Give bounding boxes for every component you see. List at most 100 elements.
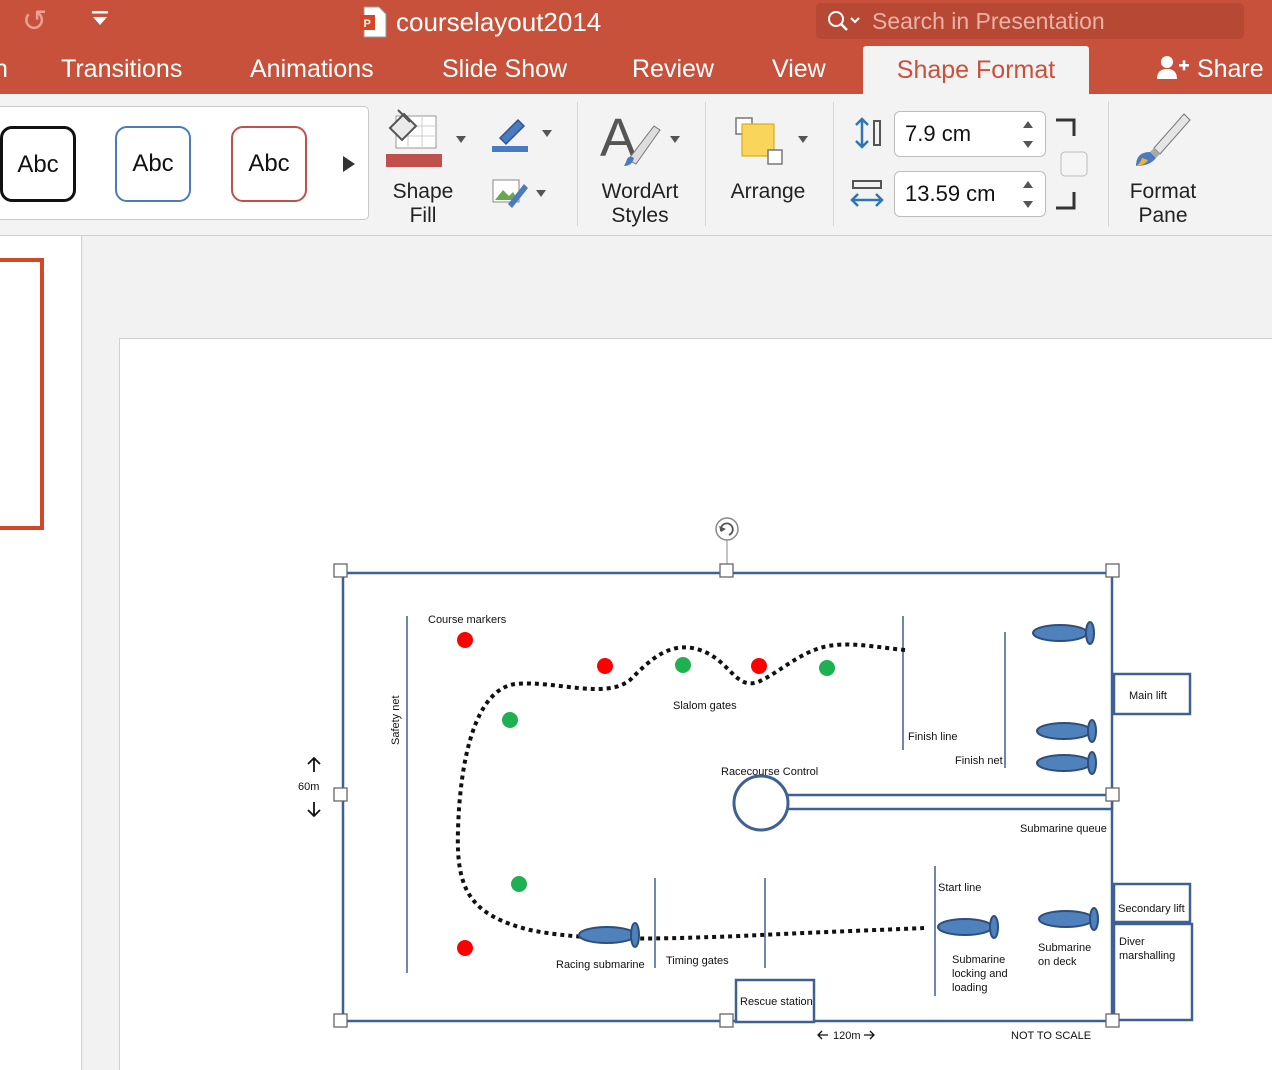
shape-style-blue[interactable]: Abc — [115, 126, 191, 202]
diver-marshalling-label-2: marshalling — [1119, 950, 1175, 962]
racecourse-control-circle[interactable] — [732, 774, 790, 832]
shape-effects-dropdown[interactable] — [536, 190, 546, 197]
tab-slide-show[interactable]: Slide Show — [442, 55, 567, 84]
powerpoint-doc-icon: P — [360, 6, 387, 38]
racing-submarine-label: Racing submarine — [556, 959, 645, 971]
tab-review[interactable]: Review — [632, 55, 714, 84]
tab-view[interactable]: View — [772, 55, 826, 84]
tab-transitions[interactable]: Transitions — [61, 55, 182, 84]
wordart-label-line1: WordArt — [601, 180, 679, 203]
title-bar: ↺ P courselayout2014 n Transitions Anima… — [0, 0, 1272, 94]
course-marker-green[interactable] — [511, 876, 527, 892]
format-pane-label[interactable]: Format Pane — [1116, 180, 1210, 228]
diver-marshalling-label-1: Diver — [1119, 936, 1145, 948]
arrange-label[interactable]: Arrange — [720, 180, 816, 204]
course-marker-green[interactable] — [675, 657, 691, 673]
slide-thumbnail-selected[interactable] — [0, 258, 44, 530]
course-marker-red[interactable] — [457, 940, 473, 956]
search-input[interactable] — [872, 5, 1232, 37]
lock-aspect-icon[interactable] — [1052, 118, 1092, 210]
document-title: courselayout2014 — [396, 7, 602, 37]
resize-handle-bottom-left[interactable] — [333, 1013, 348, 1028]
height-field[interactable] — [894, 111, 1046, 157]
undo-icon[interactable]: ↺ — [22, 4, 47, 39]
racecourse-control-label: Racecourse Control — [721, 766, 818, 778]
wordart-label-line2: Styles — [611, 204, 669, 227]
shape-fill-label[interactable]: Shape Fill — [384, 180, 462, 228]
search-box[interactable] — [816, 3, 1244, 39]
wordart-styles-label[interactable]: WordArt Styles — [590, 180, 690, 228]
tab-animations[interactable]: Animations — [250, 55, 374, 84]
shape-style-black[interactable]: Abc — [0, 126, 76, 202]
shape-styles-gallery: Abc Abc Abc — [0, 106, 369, 220]
format-pane-brush-icon[interactable] — [1132, 108, 1194, 168]
rescue-station-label: Rescue station — [740, 996, 813, 1008]
format-pane-label-line2: Pane — [1138, 204, 1188, 227]
resize-handle-top-left[interactable] — [333, 563, 348, 578]
search-icon[interactable] — [826, 9, 862, 33]
resize-handle-bottom-right[interactable] — [1105, 1013, 1120, 1028]
customize-toolbar-icon[interactable] — [90, 8, 110, 28]
height-icon — [855, 117, 881, 149]
shape-effects-icon[interactable] — [490, 174, 530, 210]
shape-outline-pen-icon[interactable] — [490, 114, 530, 154]
submarine-queue-channel[interactable] — [784, 793, 1114, 811]
ribbon-separator — [705, 102, 706, 226]
main-lift-label: Main lift — [1129, 690, 1167, 702]
secondary-lift-label: Secondary lift — [1118, 903, 1185, 915]
resize-handle-top[interactable] — [719, 563, 734, 578]
ribbon-separator — [577, 102, 578, 226]
shape-fill-label-line1: Shape — [392, 180, 454, 203]
safety-net-label: Safety net — [390, 695, 402, 745]
course-marker-green[interactable] — [502, 712, 518, 728]
shape-fill-bucket-icon[interactable] — [384, 108, 444, 170]
submarine-on-deck-label-2: on deck — [1038, 956, 1077, 968]
finish-net-label: Finish net — [955, 755, 1003, 767]
height-increment[interactable] — [1023, 121, 1033, 128]
shape-style-red[interactable]: Abc — [231, 126, 307, 202]
start-line-label: Start line — [938, 882, 981, 894]
width-increment[interactable] — [1023, 181, 1033, 188]
course-marker-red[interactable] — [751, 658, 767, 674]
shape-fill-label-line2: Fill — [409, 204, 437, 227]
resize-handle-top-right[interactable] — [1105, 563, 1120, 578]
width-field[interactable] — [894, 171, 1046, 217]
width-icon — [850, 180, 884, 207]
scale-height-label: 60m — [298, 781, 319, 793]
resize-handle-right[interactable] — [1105, 787, 1120, 802]
gallery-more-arrow[interactable] — [343, 156, 355, 172]
submarine-locking-label-1: Submarine — [952, 954, 1005, 966]
tab-home[interactable]: n — [0, 55, 8, 84]
shape-outline-dropdown[interactable] — [542, 130, 552, 137]
arrange-dropdown[interactable] — [798, 136, 808, 143]
course-marker-green[interactable] — [819, 660, 835, 676]
submarine-locking-label-3: loading — [952, 982, 987, 994]
rotate-handle-icon[interactable] — [715, 517, 739, 541]
wordart-dropdown[interactable] — [670, 136, 680, 143]
course-marker-red[interactable] — [597, 658, 613, 674]
scale-width-label: 120m — [833, 1030, 861, 1042]
resize-handle-bottom[interactable] — [719, 1013, 734, 1028]
course-marker-red[interactable] — [457, 632, 473, 648]
course-markers-label: Course markers — [428, 614, 507, 626]
shape-fill-dropdown[interactable] — [456, 136, 466, 143]
height-decrement[interactable] — [1023, 141, 1033, 148]
share-button[interactable]: Share — [1156, 54, 1264, 84]
width-input[interactable] — [905, 178, 1015, 210]
format-pane-label-line1: Format — [1129, 180, 1197, 203]
slalom-gates-label: Slalom gates — [673, 700, 737, 712]
slide-thumbnail-pane — [0, 236, 82, 1070]
submarine-locking-label-2: locking and — [952, 968, 1008, 980]
arrange-icon[interactable] — [732, 114, 788, 166]
not-to-scale-label: NOT TO SCALE — [1011, 1030, 1091, 1042]
submarine-on-deck-label-1: Submarine — [1038, 942, 1091, 954]
height-input[interactable] — [905, 118, 1015, 150]
tab-shape-format[interactable]: Shape Format — [863, 46, 1089, 94]
width-decrement[interactable] — [1023, 201, 1033, 208]
wordart-icon[interactable]: A — [598, 108, 664, 168]
finish-line-label: Finish line — [908, 731, 958, 743]
share-icon — [1157, 56, 1189, 79]
share-label: Share — [1196, 55, 1264, 83]
resize-handle-left[interactable] — [333, 787, 348, 802]
ribbon-separator — [1108, 102, 1109, 226]
